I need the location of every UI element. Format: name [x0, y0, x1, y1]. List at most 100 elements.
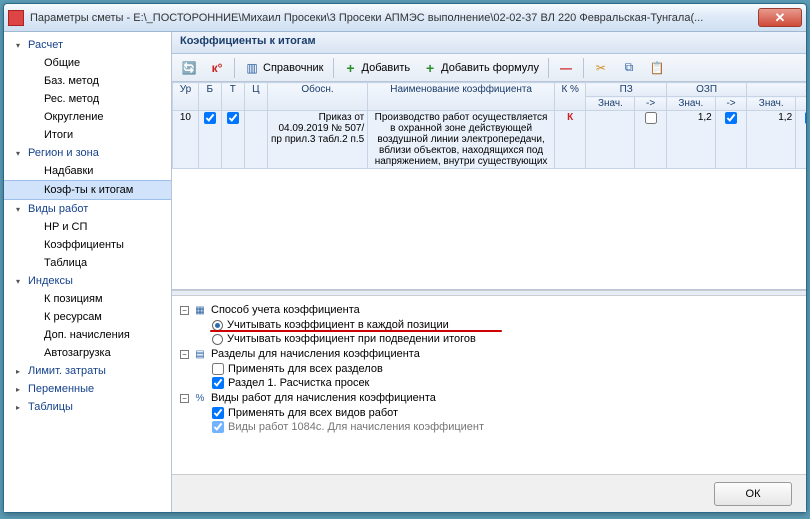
add-formula-label: Добавить формулу	[441, 62, 539, 74]
sidebar-group-vars[interactable]: Переменные	[4, 380, 171, 398]
col-c[interactable]: Ц	[244, 83, 267, 111]
checkbox[interactable]	[725, 112, 737, 124]
cell-em-zn[interactable]: 1,2	[747, 111, 796, 169]
col-k[interactable]: К %	[554, 83, 586, 111]
cell-pz-zn[interactable]	[586, 111, 635, 169]
close-button[interactable]: ✕	[758, 8, 802, 27]
check-label: Виды работ 1084с. Для начисления коэффиц…	[228, 421, 484, 433]
checkbox[interactable]	[212, 377, 224, 389]
sidebar-item[interactable]: Итоги	[4, 126, 171, 144]
collapse-icon[interactable]: −	[180, 306, 189, 315]
checkbox[interactable]	[212, 407, 224, 419]
refresh-button[interactable]: 🔄	[176, 57, 202, 79]
k-button[interactable]: к°	[204, 57, 230, 79]
cell-b[interactable]	[198, 111, 221, 169]
footer: ОК	[172, 474, 806, 512]
radio-label: Учитывать коэффициент при подведении ито…	[227, 333, 476, 345]
cut-button[interactable]: ✂	[588, 57, 614, 79]
col-ur[interactable]: Ур	[173, 83, 199, 111]
radio-selected[interactable]	[212, 320, 223, 331]
collapse-icon[interactable]: −	[180, 350, 189, 359]
sub-ar[interactable]: ->	[715, 97, 747, 111]
sidebar-group-tables[interactable]: Таблицы	[4, 398, 171, 416]
col-ozp[interactable]: ОЗП	[666, 83, 746, 97]
cell-ozp-zn[interactable]: 1,2	[666, 111, 715, 169]
grid[interactable]: Ур Б Т Ц Обосн. Наименование коэффициент…	[172, 82, 806, 290]
tree-group[interactable]: − ▤ Разделы для начисления коэффициента	[176, 346, 802, 362]
col-name[interactable]: Наименование коэффициента	[368, 83, 555, 111]
sidebar-item[interactable]: Рес. метод	[4, 90, 171, 108]
cell-t[interactable]	[221, 111, 244, 169]
sidebar-group-calc[interactable]: Расчет	[4, 36, 171, 54]
col-pz[interactable]: ПЗ	[586, 83, 666, 97]
collapse-icon[interactable]: −	[180, 394, 189, 403]
titlebar[interactable]: Параметры сметы - E:\_ПОСТОРОННИЕ\Михаил…	[4, 4, 806, 32]
sidebar-item[interactable]: К позициям	[4, 290, 171, 308]
add-button[interactable]: +Добавить	[338, 57, 416, 79]
checkbox[interactable]	[227, 112, 239, 124]
sidebar-group-region[interactable]: Регион и зона	[4, 144, 171, 162]
delete-button[interactable]: —	[553, 57, 579, 79]
sidebar[interactable]: Расчет Общие Баз. метод Рес. метод Округ…	[4, 32, 172, 512]
cell-obos[interactable]: Приказ от 04.09.2019 № 507/пр прил.3 таб…	[267, 111, 368, 169]
window: Параметры сметы - E:\_ПОСТОРОННИЕ\Михаил…	[3, 3, 807, 513]
ok-button[interactable]: ОК	[714, 482, 792, 506]
check-label: Применять для всех видов работ	[228, 407, 398, 419]
cell-ur[interactable]: 10	[173, 111, 199, 169]
checkbox[interactable]	[212, 421, 224, 433]
sidebar-item[interactable]: Округление	[4, 108, 171, 126]
tree-check-row[interactable]: Раздел 1. Расчистка просек	[176, 376, 802, 390]
col-t[interactable]: Т	[221, 83, 244, 111]
cell-pz-ar[interactable]	[635, 111, 667, 169]
checkbox[interactable]	[204, 112, 216, 124]
copy-icon: ⧉	[621, 60, 637, 76]
sub-ar[interactable]: ->	[796, 97, 806, 111]
checkbox[interactable]	[212, 363, 224, 375]
tree-group[interactable]: − ▦ Способ учета коэффициента	[176, 302, 802, 318]
checkbox[interactable]	[645, 112, 657, 124]
sidebar-item[interactable]: Автозагрузка	[4, 344, 171, 362]
toolbar: 🔄 к° ▥Справочник +Добавить +Добавить фор…	[172, 54, 806, 82]
sidebar-item[interactable]: Доп. начисления	[4, 326, 171, 344]
tree-radio-row[interactable]: Учитывать коэффициент в каждой позиции	[176, 318, 802, 332]
sidebar-group-limit[interactable]: Лимит. затраты	[4, 362, 171, 380]
cell-em-ar[interactable]	[796, 111, 806, 169]
sidebar-item[interactable]: К ресурсам	[4, 308, 171, 326]
sidebar-item[interactable]: Баз. метод	[4, 72, 171, 90]
add-formula-button[interactable]: +Добавить формулу	[417, 57, 544, 79]
sidebar-item-coeff[interactable]: Коэф-ты к итогам	[4, 180, 171, 200]
scissors-icon: ✂	[593, 60, 609, 76]
sidebar-item[interactable]: НР и СП	[4, 218, 171, 236]
reference-button[interactable]: ▥Справочник	[239, 57, 329, 79]
tree-check-row[interactable]: Применять для всех видов работ	[176, 406, 802, 420]
sub-zn[interactable]: Знач.	[747, 97, 796, 111]
tree-radio-row[interactable]: Учитывать коэффициент при подведении ито…	[176, 332, 802, 346]
radio-label: Учитывать коэффициент в каждой позиции	[227, 319, 449, 331]
sub-zn[interactable]: Знач.	[586, 97, 635, 111]
separator	[333, 58, 334, 78]
tree-check-row[interactable]: Виды работ 1084с. Для начисления коэффиц…	[176, 420, 802, 434]
cell-c[interactable]	[244, 111, 267, 169]
checkbox[interactable]	[805, 112, 806, 124]
sidebar-group-works[interactable]: Виды работ	[4, 200, 171, 218]
details-panel[interactable]: − ▦ Способ учета коэффициента Учитывать …	[172, 296, 806, 474]
sidebar-item[interactable]: Общие	[4, 54, 171, 72]
col-obos[interactable]: Обосн.	[267, 83, 368, 111]
sub-zn[interactable]: Знач.	[666, 97, 715, 111]
table-row[interactable]: 10 Приказ от 04.09.2019 № 507/пр прил.3 …	[173, 111, 807, 169]
copy-button[interactable]: ⧉	[616, 57, 642, 79]
cell-name[interactable]: Производство работ осуществляется в охра…	[368, 111, 555, 169]
tree-check-row[interactable]: Применять для всех разделов	[176, 362, 802, 376]
sub-ar[interactable]: ->	[635, 97, 667, 111]
col-b[interactable]: Б	[198, 83, 221, 111]
sidebar-group-index[interactable]: Индексы	[4, 272, 171, 290]
sidebar-item[interactable]: Таблица	[4, 254, 171, 272]
cell-k[interactable]: К	[554, 111, 586, 169]
cell-ozp-ar[interactable]	[715, 111, 747, 169]
sidebar-item[interactable]: Надбавки	[4, 162, 171, 180]
paste-button[interactable]: 📋	[644, 57, 670, 79]
tree-group[interactable]: − % Виды работ для начисления коэффициен…	[176, 390, 802, 406]
radio[interactable]	[212, 334, 223, 345]
sidebar-item[interactable]: Коэффициенты	[4, 236, 171, 254]
col-em[interactable]: ЭМ	[747, 83, 806, 97]
